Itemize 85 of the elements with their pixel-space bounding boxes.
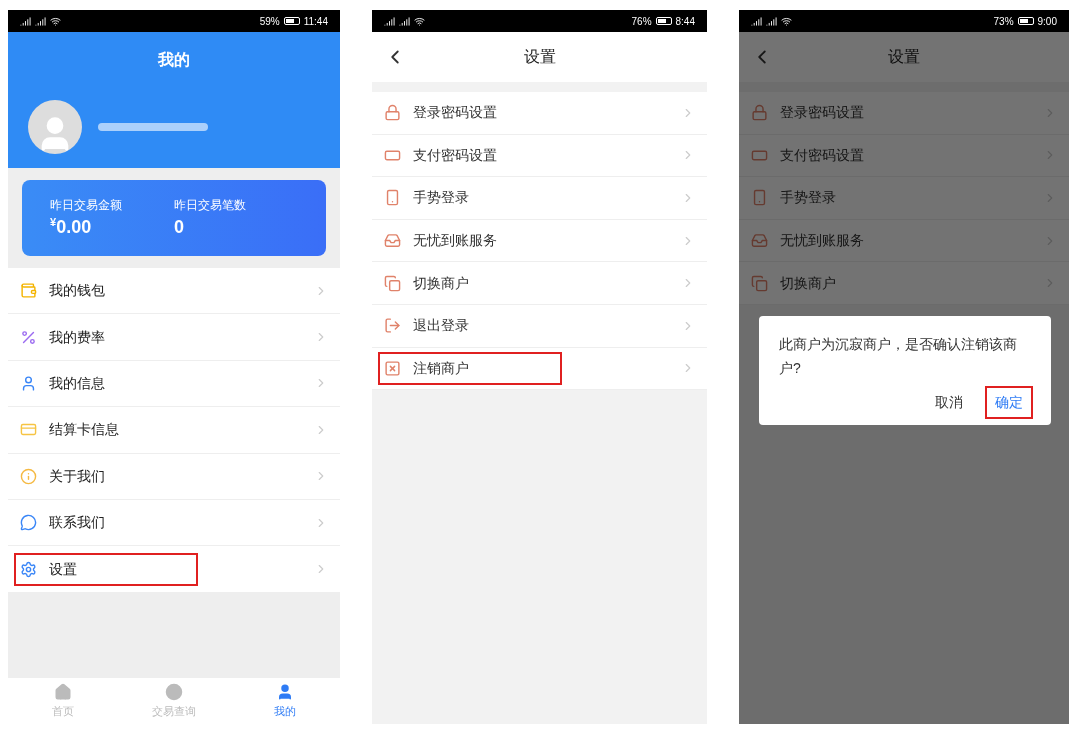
tab[interactable]: 我的: [229, 678, 340, 724]
menu-row[interactable]: 支付密码设置: [372, 134, 707, 178]
page-title: 设置: [523, 47, 556, 67]
user-icon: [20, 374, 37, 392]
dialog-button[interactable]: 确定: [987, 388, 1031, 417]
menu-row[interactable]: 切换商户: [372, 262, 707, 305]
info-icon: [20, 467, 37, 485]
menu-row[interactable]: 关于我们: [8, 453, 340, 500]
signal-icon: [751, 15, 762, 27]
page-title: 设置: [888, 47, 920, 67]
signal-icon: [399, 15, 410, 27]
stat-label: 昨日交易金额: [50, 197, 123, 214]
menu-label: 我的费率: [49, 327, 105, 347]
menu-label: 无忧到账服务: [780, 231, 864, 251]
menu-label: 联系我们: [49, 513, 105, 533]
battery-percent: 59%: [259, 14, 280, 29]
lock-icon: [384, 104, 401, 122]
phone-icon: [384, 189, 401, 207]
inbox-icon: [384, 232, 401, 250]
signal-icon: [20, 15, 31, 27]
menu-label: 结算卡信息: [49, 420, 119, 440]
menu-label: 退出登录: [413, 316, 469, 336]
menu-label: 我的信息: [49, 373, 105, 393]
home-icon: [54, 682, 73, 701]
menu-row[interactable]: 登录密码设置: [372, 92, 707, 135]
menu-label: 设置: [49, 559, 77, 579]
menu-row[interactable]: 设置: [8, 546, 340, 593]
menu-row[interactable]: 手势登录: [739, 177, 1069, 220]
signal-icon: [35, 15, 46, 27]
menu-label: 支付密码设置: [413, 145, 497, 165]
logout-icon: [384, 317, 401, 335]
settings-icon: [20, 560, 37, 578]
menu-label: 注销商户: [413, 358, 469, 378]
wifi-icon: [50, 15, 61, 27]
lock-icon: [751, 104, 768, 122]
clock-time: 11:44: [303, 14, 328, 29]
menu-label: 切换商户: [780, 273, 836, 293]
menu-row[interactable]: 切换商户: [739, 262, 1069, 305]
menu-label: 支付密码设置: [780, 145, 864, 165]
clock-time: 9:00: [1037, 14, 1057, 29]
menu-label: 登录密码设置: [780, 103, 864, 123]
clock-time: 8:44: [675, 14, 695, 29]
disc-icon: [165, 682, 183, 701]
battery-icon: [655, 17, 672, 25]
menu-label: 切换商户: [413, 273, 469, 293]
menu-row[interactable]: 结算卡信息: [8, 407, 340, 454]
menu-row[interactable]: 退出登录: [372, 304, 707, 348]
menu-label: 无忧到账服务: [413, 231, 497, 251]
page-title: 我的: [158, 50, 190, 70]
menu-label: 手势登录: [413, 188, 469, 208]
stat-value: 0: [174, 216, 185, 239]
close-icon: [384, 359, 401, 377]
menu-row[interactable]: 注销商户: [372, 347, 707, 391]
copy-icon: [384, 274, 401, 292]
inbox-icon: [751, 232, 768, 250]
menu-row[interactable]: 联系我们: [8, 499, 340, 547]
wifi-icon: [781, 15, 792, 27]
wifi-icon: [414, 15, 425, 27]
menu-row[interactable]: 手势登录: [372, 177, 707, 220]
phone-icon: [751, 189, 768, 207]
menu-label: 登录密码设置: [413, 103, 497, 123]
menu-row[interactable]: 我的信息: [8, 360, 340, 408]
menu-label: 我的钱包: [49, 281, 105, 301]
menu-row[interactable]: 无忧到账服务: [739, 219, 1069, 263]
stat-label: 昨日交易笔数: [174, 197, 247, 214]
stat-value: ¥0.00: [50, 215, 93, 239]
menu-row[interactable]: 我的钱包: [8, 268, 340, 315]
menu-label: 手势登录: [780, 188, 836, 208]
battery-percent: 76%: [631, 14, 652, 29]
percent-icon: [20, 328, 37, 346]
menu-label: 关于我们: [49, 466, 105, 486]
dialog-button[interactable]: 取消: [927, 388, 971, 417]
menu-row[interactable]: 我的费率: [8, 314, 340, 361]
menu-row[interactable]: 支付密码设置: [739, 134, 1069, 178]
menu-row[interactable]: 登录密码设置: [739, 92, 1069, 135]
menu-row[interactable]: 无忧到账服务: [372, 219, 707, 263]
battery-icon: [1017, 17, 1034, 25]
signal-icon: [766, 15, 777, 27]
battery-percent: 73%: [993, 14, 1014, 29]
signal-icon: [384, 15, 395, 27]
dialog-message: 此商户为沉寂商户，是否确认注销该商户?: [779, 335, 1018, 378]
wallet-icon: [20, 282, 37, 300]
chat-icon: [20, 514, 37, 532]
battery-icon: [283, 17, 300, 25]
copy-icon: [751, 274, 768, 292]
